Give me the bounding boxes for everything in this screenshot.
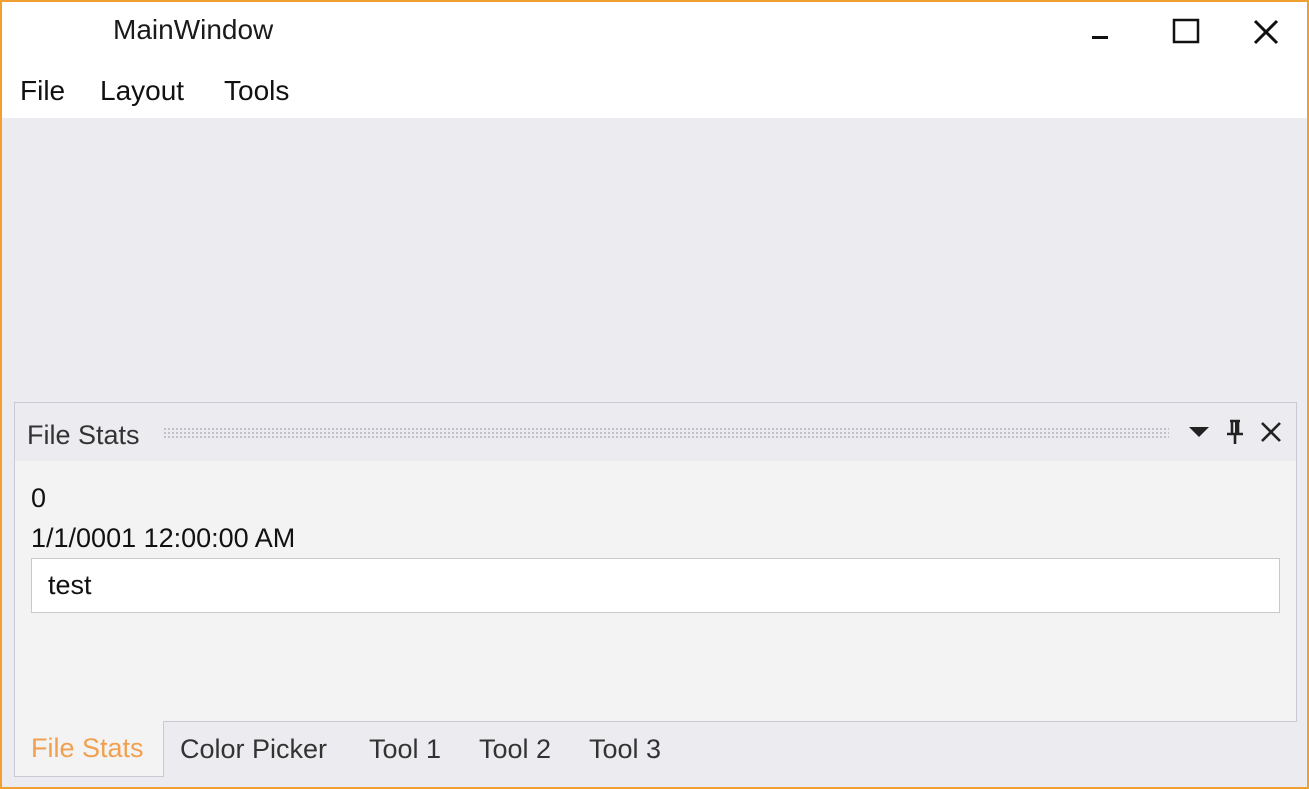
text-input[interactable] bbox=[31, 558, 1280, 613]
panel-header[interactable]: File Stats bbox=[15, 403, 1296, 461]
panel-body: 0 1/1/0001 12:00:00 AM bbox=[15, 461, 1296, 721]
tab-file-stats[interactable]: File Stats bbox=[14, 721, 164, 777]
close-icon bbox=[1261, 422, 1281, 442]
tool-tab-strip: File Stats Color Picker Tool 1 Tool 2 To… bbox=[14, 721, 1297, 777]
maximize-icon bbox=[1172, 18, 1200, 44]
title-bar[interactable]: MainWindow bbox=[2, 2, 1307, 62]
main-window: MainWindow File Layout Tools File Stats bbox=[0, 0, 1309, 789]
file-date-value: 1/1/0001 12:00:00 AM bbox=[31, 523, 296, 553]
panel-dropdown-button[interactable] bbox=[1185, 418, 1213, 446]
close-icon bbox=[1253, 19, 1279, 45]
menu-bar: File Layout Tools bbox=[2, 62, 1307, 118]
minimize-icon bbox=[1092, 36, 1108, 39]
file-stats-panel: File Stats 0 1/1/0001 12:00:00 AM test bbox=[14, 402, 1297, 722]
panel-pin-button[interactable] bbox=[1221, 418, 1249, 446]
maximize-button[interactable] bbox=[1144, 2, 1228, 62]
panel-close-button[interactable] bbox=[1257, 418, 1285, 446]
close-button[interactable] bbox=[1224, 2, 1308, 62]
menu-layout[interactable]: Layout bbox=[100, 75, 184, 107]
file-count-value: 0 bbox=[31, 483, 47, 513]
menu-tools[interactable]: Tools bbox=[224, 75, 289, 107]
minimize-button[interactable] bbox=[1058, 2, 1142, 62]
panel-title: File Stats bbox=[27, 420, 140, 450]
panel-drag-grip[interactable] bbox=[163, 427, 1169, 439]
tab-color-picker[interactable]: Color Picker bbox=[180, 721, 327, 777]
caret-down-icon bbox=[1189, 427, 1209, 437]
tab-tool-2[interactable]: Tool 2 bbox=[479, 721, 551, 777]
window-title: MainWindow bbox=[113, 14, 274, 45]
menu-file[interactable]: File bbox=[20, 75, 65, 107]
pin-icon bbox=[1227, 419, 1243, 444]
tab-tool-3[interactable]: Tool 3 bbox=[589, 721, 661, 777]
tab-tool-1[interactable]: Tool 1 bbox=[369, 721, 441, 777]
